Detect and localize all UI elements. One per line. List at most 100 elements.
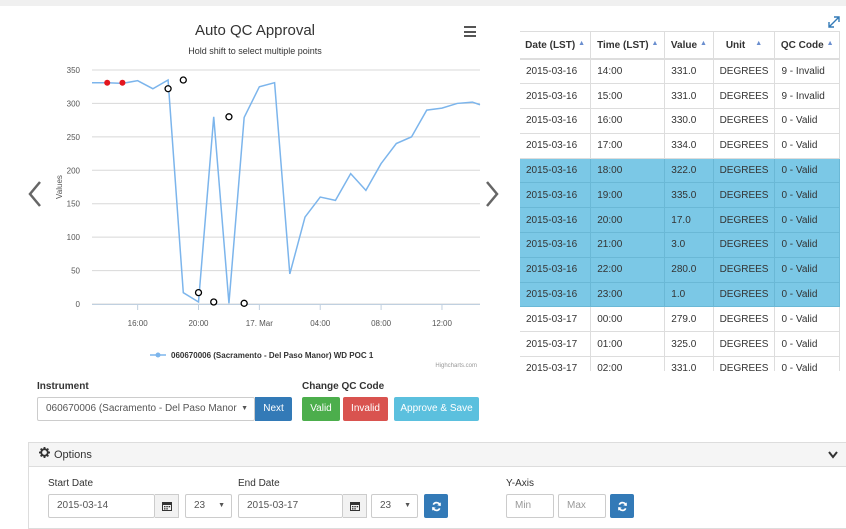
cell-unit: DEGREES (713, 182, 776, 209)
y-tick-label: 50 (71, 267, 80, 276)
cell-time: 21:00 (590, 232, 666, 258)
start-hour-select[interactable]: 23 ▼ (185, 494, 232, 518)
highcharts-credit: Highcharts.com (435, 363, 477, 369)
column-header-time[interactable]: Time (LST) ▲ (590, 32, 666, 60)
table-row[interactable]: 2015-03-16 19:00 335.0 DEGREES 0 - Valid (520, 182, 840, 209)
cell-qc-code: 0 - Valid (774, 182, 840, 209)
cell-date: 2015-03-16 (520, 207, 592, 234)
cell-qc-code: 0 - Valid (774, 133, 840, 159)
end-date-input[interactable]: 2015-03-17 (238, 494, 343, 518)
y-tick-label: 200 (67, 166, 81, 175)
cell-time: 00:00 (590, 306, 666, 333)
cell-unit: DEGREES (713, 83, 776, 110)
column-header-qc-code[interactable]: QC Code ▲ (774, 32, 840, 60)
cell-value: 279.0 (664, 306, 714, 333)
series-line[interactable] (92, 78, 481, 304)
cell-unit: DEGREES (713, 282, 776, 308)
cell-value: 322.0 (664, 158, 714, 184)
table-row[interactable]: 2015-03-16 20:00 17.0 DEGREES 0 - Valid (520, 207, 840, 234)
cell-date: 2015-03-16 (520, 108, 592, 134)
cell-time: 18:00 (590, 158, 666, 184)
column-header-unit[interactable]: Unit ▲ (713, 32, 776, 60)
invalid-data-point[interactable] (119, 79, 126, 86)
column-header-date[interactable]: Date (LST) ▲ (520, 32, 592, 60)
expand-icon[interactable] (828, 15, 840, 28)
calendar-icon[interactable] (155, 494, 179, 518)
table-row[interactable]: 2015-03-17 02:00 331.0 DEGREES 0 - Valid (520, 356, 840, 371)
cell-date: 2015-03-16 (520, 59, 592, 85)
cell-unit: DEGREES (713, 158, 776, 184)
cell-value: 331.0 (664, 83, 714, 110)
x-tick-label: 17. Mar (246, 319, 273, 328)
refresh-y-axis-button[interactable] (610, 494, 634, 518)
table-row[interactable]: 2015-03-16 15:00 331.0 DEGREES 9 - Invalid (520, 83, 840, 110)
qc-table-container[interactable]: Date (LST) ▲ Time (LST) ▲ Value ▲ Unit ▲ QC … (520, 31, 840, 371)
next-button[interactable]: Next (255, 397, 292, 421)
refresh-date-button[interactable] (424, 494, 448, 518)
end-hour-value: 23 (380, 500, 392, 511)
cell-qc-code: 0 - Valid (774, 282, 840, 308)
cell-time: 17:00 (590, 133, 666, 159)
table-row[interactable]: 2015-03-16 18:00 322.0 DEGREES 0 - Valid (520, 158, 840, 184)
cell-unit: DEGREES (713, 356, 776, 371)
selected-data-point[interactable] (225, 113, 233, 121)
selected-data-point[interactable] (164, 85, 172, 93)
end-hour-select[interactable]: 23 ▼ (371, 494, 418, 518)
table-row[interactable]: 2015-03-16 16:00 330.0 DEGREES 0 - Valid (520, 108, 840, 134)
table-row[interactable]: 2015-03-16 14:00 331.0 DEGREES 9 - Invalid (520, 59, 840, 85)
menu-icon[interactable] (464, 26, 476, 37)
y-axis-title: Values (55, 175, 64, 199)
invalid-button[interactable]: Invalid (343, 397, 388, 421)
x-tick-label: 16:00 (128, 319, 149, 328)
cell-time: 20:00 (590, 207, 666, 234)
cell-date: 2015-03-16 (520, 232, 592, 258)
valid-button[interactable]: Valid (302, 397, 340, 421)
table-row[interactable]: 2015-03-17 00:00 279.0 DEGREES 0 - Valid (520, 306, 840, 333)
table-row[interactable]: 2015-03-17 01:00 325.0 DEGREES 0 - Valid (520, 331, 840, 358)
column-header-value[interactable]: Value ▲ (664, 32, 714, 60)
table-row[interactable]: 2015-03-16 17:00 334.0 DEGREES 0 - Valid (520, 133, 840, 159)
start-date-input[interactable]: 2015-03-14 (48, 494, 155, 518)
caret-down-icon: ▼ (218, 502, 225, 509)
chevron-left-icon[interactable] (27, 180, 43, 208)
cell-time: 15:00 (590, 83, 666, 110)
cell-date: 2015-03-17 (520, 356, 592, 371)
table-row[interactable]: 2015-03-16 23:00 1.0 DEGREES 0 - Valid (520, 282, 840, 308)
chevron-down-icon[interactable] (828, 443, 838, 476)
y-tick-label: 100 (67, 233, 81, 242)
y-axis-min-input[interactable]: Min (506, 494, 554, 518)
refresh-icon (431, 501, 441, 511)
selected-data-point[interactable] (210, 298, 218, 306)
chart-container: 0 50 100 150 200 250 300 350 16:00 20:00 17. Mar 04… (20, 8, 490, 373)
chart-subtitle: Hold shift to select multiple points (188, 46, 322, 56)
options-title: Options (54, 449, 92, 461)
calendar-icon[interactable] (343, 494, 367, 518)
cell-unit: DEGREES (713, 331, 776, 358)
cell-time: 22:00 (590, 257, 666, 283)
approve-save-button[interactable]: Approve & Save (394, 397, 479, 421)
sort-up-icon: ▲ (826, 39, 834, 47)
selected-data-point[interactable] (194, 288, 203, 297)
x-tick-label: 04:00 (310, 319, 331, 328)
table-row[interactable]: 2015-03-16 22:00 280.0 DEGREES 0 - Valid (520, 257, 840, 283)
cell-qc-code: 0 - Valid (774, 232, 840, 258)
legend-label[interactable]: 060670006 (Sacramento - Del Paso Manor) … (171, 351, 374, 360)
options-header[interactable]: Options (29, 443, 846, 467)
table-row[interactable]: 2015-03-16 21:00 3.0 DEGREES 0 - Valid (520, 232, 840, 258)
cell-qc-code: 0 - Valid (774, 331, 840, 358)
refresh-icon (617, 501, 627, 511)
legend-marker (155, 352, 161, 358)
invalid-data-point[interactable] (104, 79, 111, 86)
cell-qc-code: 0 - Valid (774, 257, 840, 283)
line-chart[interactable]: 0 50 100 150 200 250 300 350 16:00 20:00 17. Mar 04… (20, 8, 490, 373)
selected-data-point[interactable] (179, 76, 187, 84)
chevron-right-icon[interactable] (484, 180, 500, 208)
selected-data-point[interactable] (240, 299, 248, 307)
instrument-select[interactable]: 060670006 (Sacramento - Del Paso Manor ▼ (37, 397, 255, 421)
cell-time: 01:00 (590, 331, 666, 358)
cell-value: 1.0 (664, 282, 714, 308)
cell-date: 2015-03-16 (520, 182, 592, 209)
y-axis-max-input[interactable]: Max (558, 494, 606, 518)
cell-time: 14:00 (590, 59, 666, 85)
end-date-label: End Date (238, 478, 280, 489)
